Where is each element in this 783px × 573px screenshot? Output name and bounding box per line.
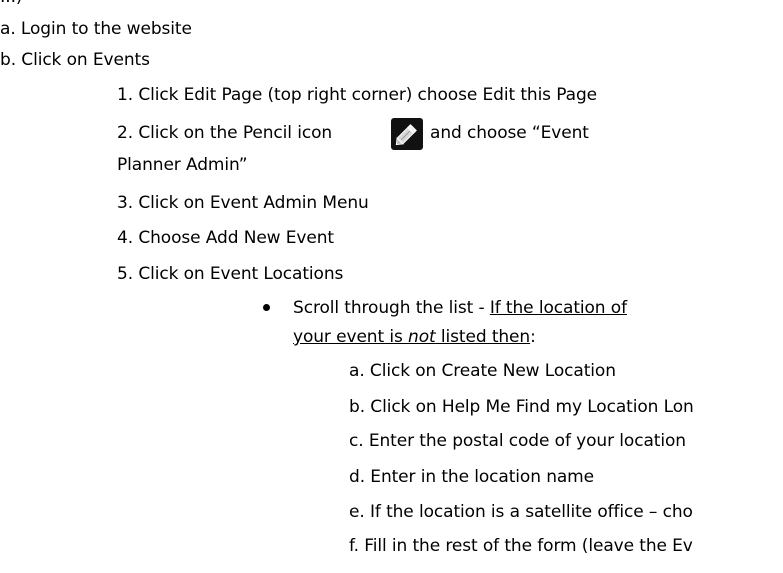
substep-2: 2. Click on the Pencil icon	[117, 123, 333, 143]
bullet-text-underlined: If the location of	[489, 298, 627, 318]
bullet-underline-not: not	[408, 327, 436, 347]
bullet-underline-c: listed then	[435, 327, 531, 347]
bullet-line-1: Scroll through the list - If the locatio…	[293, 297, 627, 319]
subsub-b: b. Click on Help Me Find my Location Lon	[349, 397, 694, 417]
partial-top-line: ...)	[0, 0, 23, 8]
substep-3: 3. Click on Event Admin Menu	[117, 193, 369, 213]
bullet-line-2: your event is not listed then:	[293, 326, 536, 348]
bullet-text-plain: Scroll through the list -	[293, 298, 490, 318]
bullet-colon: :	[530, 327, 536, 347]
substep-2-wrap: Planner Admin”	[117, 155, 248, 175]
pencil-icon	[391, 118, 423, 150]
bullet-dot	[263, 304, 270, 311]
pencil-icon-svg	[391, 118, 423, 150]
step-a: a. Login to the website	[0, 19, 192, 39]
subsub-e: e. If the location is a satellite office…	[349, 502, 693, 522]
substep-1: 1. Click Edit Page (top right corner) ch…	[117, 85, 598, 105]
subsub-f: f. Fill in the rest of the form (leave t…	[349, 536, 693, 556]
step-b: b. Click on Events	[0, 50, 150, 70]
subsub-c: c. Enter the postal code of your locatio…	[349, 431, 686, 451]
substep-2-continued: and choose “Event	[430, 123, 589, 143]
substep-5: 5. Click on Event Locations	[117, 264, 344, 284]
substep-4: 4. Choose Add New Event	[117, 228, 334, 248]
subsub-d: d. Enter in the location name	[349, 467, 595, 487]
subsub-a: a. Click on Create New Location	[349, 361, 616, 381]
bullet-underline-a: your event is	[293, 327, 409, 347]
document-page: ...) a. Login to the website b. Click on…	[0, 0, 783, 573]
